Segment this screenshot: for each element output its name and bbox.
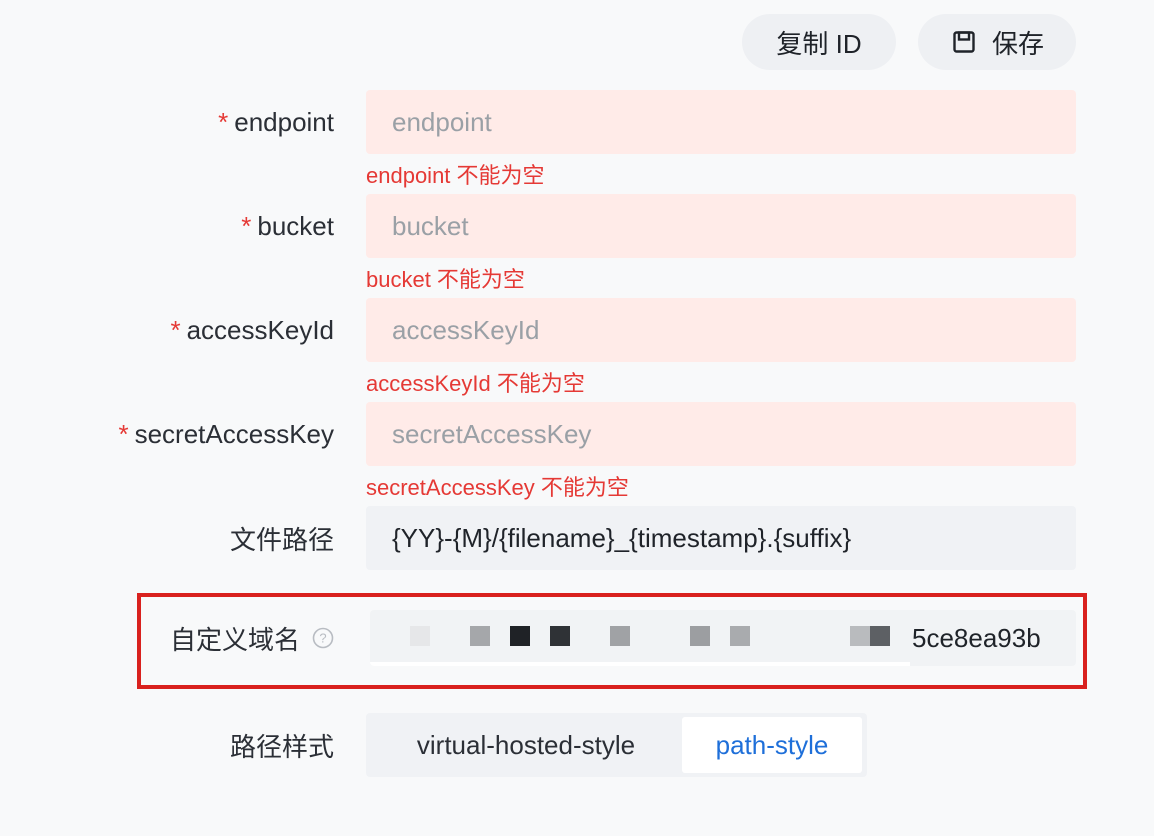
redacted-block: [850, 626, 870, 646]
access-key-id-error-message: accessKeyId 不能为空: [366, 371, 585, 396]
field-label-file-path: 文件路径: [229, 524, 334, 555]
redacted-block: [510, 626, 530, 646]
save-button[interactable]: 保存: [918, 14, 1076, 70]
path-style-segmented-control: virtual-hosted-style path-style: [366, 713, 867, 777]
file-path-input[interactable]: [366, 506, 1076, 570]
redacted-block: [610, 626, 630, 646]
custom-domain-input[interactable]: 5ce8ea93b: [370, 610, 1076, 666]
redacted-block: [410, 626, 430, 646]
redacted-block: [550, 626, 570, 646]
redacted-block: [730, 626, 750, 646]
redacted-block: [870, 626, 890, 646]
secret-access-key-input[interactable]: [366, 402, 1076, 466]
field-label-path-style: 路径样式: [229, 731, 334, 762]
redacted-block: [690, 626, 710, 646]
toolbar: 复制 ID 保存: [742, 14, 1076, 70]
input-underline: [370, 662, 910, 666]
copy-id-button[interactable]: 复制 ID: [742, 14, 896, 70]
required-mark: *: [218, 106, 229, 137]
svg-text:?: ?: [319, 631, 326, 646]
question-circle-icon[interactable]: ?: [312, 627, 334, 649]
required-mark: *: [241, 210, 252, 241]
bucket-error-message: bucket 不能为空: [366, 267, 525, 292]
field-label-bucket: * bucket: [241, 210, 334, 241]
copy-id-label: 复制 ID: [776, 28, 862, 59]
required-mark: *: [170, 314, 181, 345]
field-label-secret-access-key: * secretAccessKey: [118, 418, 334, 449]
endpoint-input[interactable]: [366, 90, 1076, 154]
required-mark: *: [118, 418, 129, 449]
endpoint-error-message: endpoint 不能为空: [366, 163, 545, 188]
field-label-endpoint: * endpoint: [218, 106, 334, 137]
secret-access-key-error-message: secretAccessKey 不能为空: [366, 475, 629, 500]
floppy-disk-icon: [950, 28, 978, 56]
segment-path-style[interactable]: path-style: [682, 717, 862, 773]
access-key-id-input[interactable]: [366, 298, 1076, 362]
custom-domain-value: 5ce8ea93b: [912, 622, 1041, 653]
field-label-access-key-id: * accessKeyId: [170, 314, 334, 345]
field-label-custom-domain: 自定义域名 ?: [170, 610, 334, 666]
segment-virtual-hosted-style[interactable]: virtual-hosted-style: [370, 717, 682, 773]
redacted-block: [470, 626, 490, 646]
save-label: 保存: [991, 28, 1044, 59]
bucket-input[interactable]: [366, 194, 1076, 258]
